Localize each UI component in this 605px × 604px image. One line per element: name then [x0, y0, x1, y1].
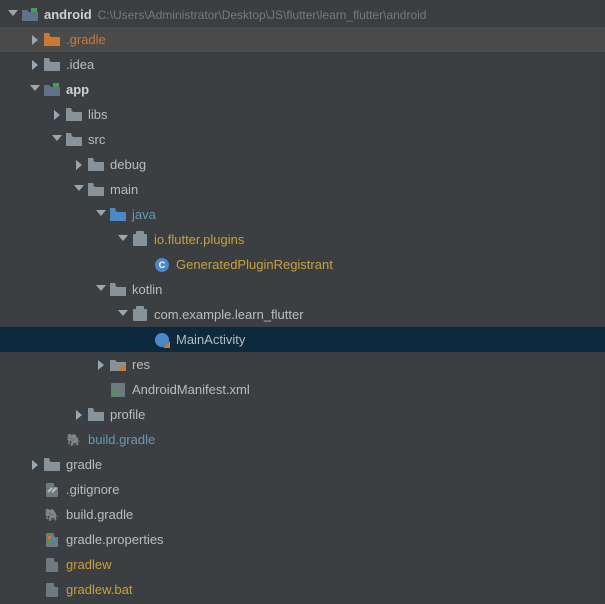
tree-item-label: .gitignore	[66, 482, 119, 497]
tree-item-label: gradlew.bat	[66, 582, 133, 597]
tree-item-label: kotlin	[132, 282, 162, 297]
chevron-down-icon[interactable]	[118, 235, 128, 245]
folder-icon	[88, 157, 104, 173]
module-icon	[22, 7, 38, 23]
chevron-down-icon[interactable]	[118, 310, 128, 320]
gitignore-icon	[44, 482, 60, 498]
tree-row[interactable]: com.example.learn_flutter	[0, 302, 605, 327]
tree-item-label: gradle	[66, 457, 102, 472]
tree-item-label: android	[44, 7, 92, 22]
tree-row[interactable]: io.flutter.plugins	[0, 227, 605, 252]
tree-row[interactable]: debug	[0, 152, 605, 177]
resource-folder-icon	[110, 357, 126, 373]
tree-row[interactable]: android C:\Users\Administrator\Desktop\JS…	[0, 2, 605, 27]
chevron-right-icon[interactable]	[30, 35, 40, 45]
folder-icon	[110, 282, 126, 298]
manifest-icon	[110, 382, 126, 398]
project-tree[interactable]: android C:\Users\Administrator\Desktop\JS…	[0, 0, 605, 602]
tree-row[interactable]: AndroidManifest.xml	[0, 377, 605, 402]
tree-item-label: build.gradle	[66, 507, 133, 522]
tree-item-label: main	[110, 182, 138, 197]
tree-item-path: C:\Users\Administrator\Desktop\JS\flutte…	[98, 8, 427, 22]
tree-item-label: res	[132, 357, 150, 372]
chevron-down-icon[interactable]	[30, 85, 40, 95]
chevron-down-icon[interactable]	[96, 210, 106, 220]
folder-icon	[44, 457, 60, 473]
module-icon	[44, 82, 60, 98]
tree-item-label: gradlew	[66, 557, 112, 572]
folder-icon	[88, 407, 104, 423]
chevron-down-icon[interactable]	[52, 135, 62, 145]
tree-item-label: debug	[110, 157, 146, 172]
folder-icon	[66, 107, 82, 123]
chevron-right-icon[interactable]	[96, 360, 106, 370]
gradle-icon	[44, 507, 60, 523]
tree-item-label: .idea	[66, 57, 94, 72]
chevron-right-icon[interactable]	[74, 410, 84, 420]
file-icon	[44, 557, 60, 573]
chevron-down-icon[interactable]	[8, 10, 18, 20]
folder-icon	[66, 132, 82, 148]
tree-item-label: libs	[88, 107, 108, 122]
folder-icon	[44, 57, 60, 73]
chevron-right-icon[interactable]	[74, 160, 84, 170]
chevron-right-icon[interactable]	[30, 60, 40, 70]
chevron-down-icon[interactable]	[74, 185, 84, 195]
tree-row[interactable]: build.gradle	[0, 427, 605, 452]
tree-row[interactable]: app	[0, 77, 605, 102]
tree-item-label: src	[88, 132, 105, 147]
gradle-icon	[66, 432, 82, 448]
tree-row[interactable]: gradle.properties	[0, 527, 605, 552]
tree-row[interactable]: src	[0, 127, 605, 152]
package-icon	[132, 232, 148, 248]
tree-row[interactable]: C GeneratedPluginRegistrant	[0, 252, 605, 277]
tree-row[interactable]: profile	[0, 402, 605, 427]
properties-icon	[44, 532, 60, 548]
tree-item-label: gradle.properties	[66, 532, 164, 547]
source-folder-icon	[110, 207, 126, 223]
tree-row[interactable]: gradle	[0, 452, 605, 477]
tree-row[interactable]: java	[0, 202, 605, 227]
chevron-right-icon[interactable]	[52, 110, 62, 120]
chevron-right-icon[interactable]	[30, 460, 40, 470]
tree-item-label: app	[66, 82, 89, 97]
tree-row[interactable]: .gitignore	[0, 477, 605, 502]
class-icon: C	[154, 257, 170, 273]
tree-item-label: GeneratedPluginRegistrant	[176, 257, 333, 272]
tree-row[interactable]: .gradle	[0, 27, 605, 52]
tree-row[interactable]: libs	[0, 102, 605, 127]
folder-icon	[44, 32, 60, 48]
tree-item-label: com.example.learn_flutter	[154, 307, 304, 322]
tree-row[interactable]: kotlin	[0, 277, 605, 302]
tree-item-label: .gradle	[66, 32, 106, 47]
file-icon	[44, 582, 60, 598]
tree-item-label: MainActivity	[176, 332, 245, 347]
folder-icon	[88, 182, 104, 198]
tree-row[interactable]: MainActivity	[0, 327, 605, 352]
tree-item-label: build.gradle	[88, 432, 155, 447]
tree-item-label: profile	[110, 407, 145, 422]
kotlin-class-icon	[154, 332, 170, 348]
package-icon	[132, 307, 148, 323]
tree-item-label: AndroidManifest.xml	[132, 382, 250, 397]
tree-row[interactable]: .idea	[0, 52, 605, 77]
tree-item-label: io.flutter.plugins	[154, 232, 244, 247]
tree-row[interactable]: build.gradle	[0, 502, 605, 527]
chevron-down-icon[interactable]	[96, 285, 106, 295]
tree-row[interactable]: res	[0, 352, 605, 377]
tree-row[interactable]: gradlew	[0, 552, 605, 577]
tree-item-label: java	[132, 207, 156, 222]
tree-row[interactable]: gradlew.bat	[0, 577, 605, 602]
tree-row[interactable]: main	[0, 177, 605, 202]
